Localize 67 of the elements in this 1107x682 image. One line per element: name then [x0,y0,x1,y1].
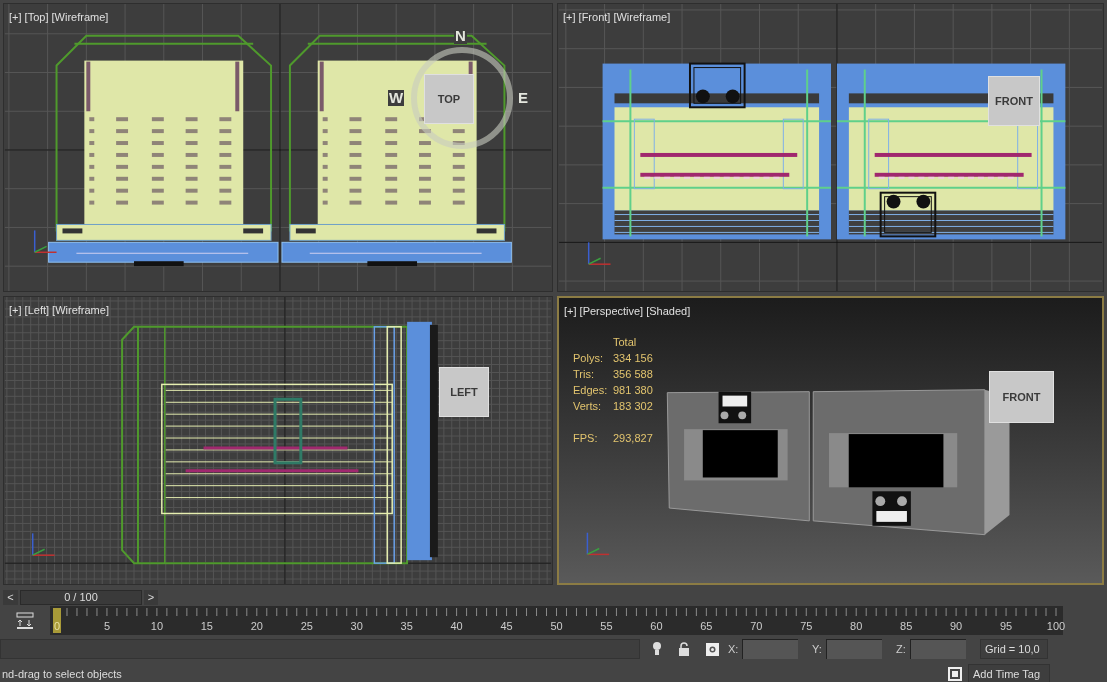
frame-label: 65 [700,619,713,634]
frame-label: 40 [450,619,463,634]
stat-label: Verts: [573,399,603,414]
axis-tripod-icon [587,241,612,265]
coordinate-field[interactable] [826,639,882,659]
axis-tripod-icon [31,532,56,556]
frame-label: 5 [103,619,110,634]
frame-label: 60 [650,619,663,634]
frame-label: 45 [500,619,513,634]
prompt-text: nd-drag to select objects [1,666,123,682]
view-cube[interactable]: TOP [424,74,474,124]
compass-label: W [388,90,405,106]
coordinate-label: Y: [812,641,823,657]
frame-label: 20 [250,619,263,634]
frame-label: 10 [150,619,163,634]
compass-label: N [454,28,467,44]
timeline-ruler[interactable]: 0 5 10 15 20 25 30 35 40 45 50 55 60 65 70 75 80 85 90 95 100 [50,606,1063,635]
frame-label: 75 [800,619,813,634]
coordinate-label: Z: [896,641,907,657]
frame-label: 55 [600,619,613,634]
stat-label: Polys: [573,351,604,366]
axis-tripod-icon [586,531,610,556]
previous-frame-button[interactable]: < [3,589,18,605]
lock-icon[interactable] [679,642,689,656]
frame-label: 30 [350,619,363,634]
viewport[interactable]: [+] [Front] [Wireframe] FRONT [557,3,1104,292]
coordinate-label: X: [728,641,740,657]
coordinate-field[interactable] [910,639,966,659]
stat-value: 334 156 [613,351,653,366]
frame-label: 70 [750,619,763,634]
stat-label: FPS: [573,431,599,446]
frame-label: 90 [949,619,963,634]
axis-tripod-icon [33,229,58,253]
stats-heading: Total [613,335,638,350]
stat-value: 293,827 [613,431,653,446]
coordinate-field[interactable] [742,639,798,659]
viewport[interactable]: [+] [Perspective] [Shaded] FRONT Total Polys: 334 156 Tris: 356 588 Edges: 981 380 Verts: 183 302 FPS: 293,827 [557,296,1104,585]
frame-label: 95 [999,619,1013,634]
view-cube[interactable]: FRONT [988,76,1040,126]
viewport-label[interactable]: [+] [Left] [Wireframe] [9,302,109,319]
viewport[interactable]: [+] [Top] [Wireframe] N W TOP E [3,3,553,292]
frame-label: 35 [400,619,413,634]
stat-value: 356 588 [613,367,653,382]
key-filter-icon[interactable] [15,610,35,631]
view-cube[interactable]: FRONT [989,371,1054,423]
viewport-label[interactable]: [+] [Perspective] [Shaded] [564,303,691,320]
stat-value: 981 380 [613,383,653,398]
view-cube[interactable]: LEFT [439,367,489,417]
viewport-label[interactable]: [+] [Top] [Wireframe] [9,9,109,26]
viewport-label[interactable]: [+] [Front] [Wireframe] [563,9,671,26]
next-frame-button[interactable]: > [144,589,158,605]
transform-mode-icon[interactable] [706,642,719,656]
viewport[interactable]: [+] [Left] [Wireframe] LEFT [3,296,553,585]
bulb-icon[interactable] [652,641,662,657]
stat-value: 183 302 [613,399,653,414]
frame-label: 15 [200,619,213,634]
frame-label: 80 [850,619,863,634]
add-time-tag-button[interactable]: Add Time Tag [968,664,1050,682]
compass-label: E [517,90,529,106]
frame-label: 25 [300,619,313,634]
stat-label: Tris: [573,367,595,382]
window-icon[interactable] [948,667,962,681]
frame-label: 50 [550,619,563,634]
grid-readout: Grid = 10,0 [980,639,1048,659]
frame-label: 100 [1046,619,1066,634]
frame-label: 85 [900,619,913,634]
stat-label: Edges: [573,383,609,398]
